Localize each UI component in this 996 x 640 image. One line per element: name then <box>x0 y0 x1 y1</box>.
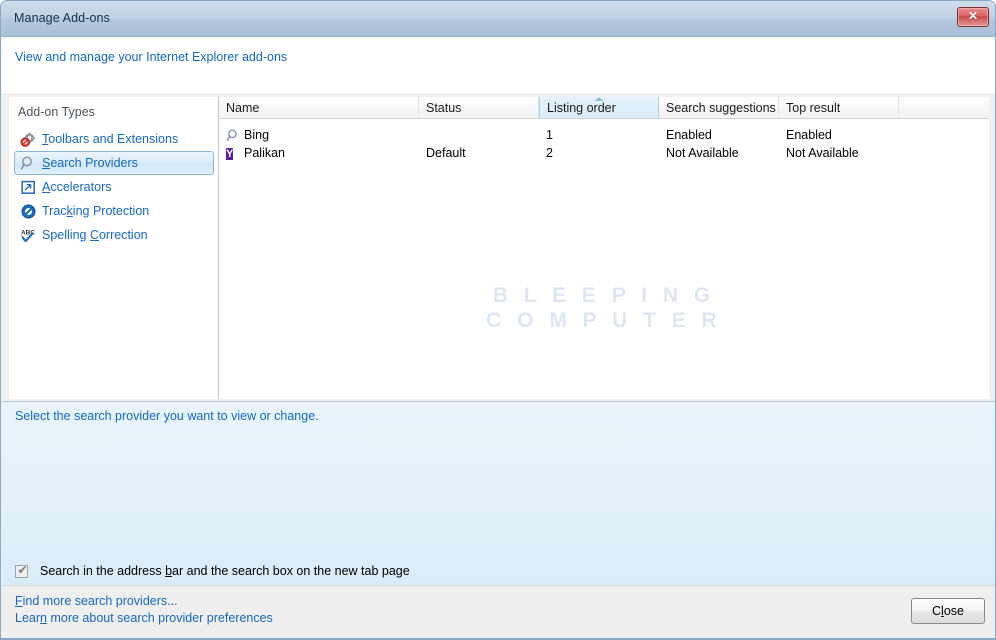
manage-addons-dialog: Manage Add-ons ✕ View and manage your In… <box>0 0 996 640</box>
footer-bar: Find more search providers... Learn more… <box>2 585 996 640</box>
spellcheck-icon: ABC <box>20 227 37 244</box>
watermark: B L E E P I N G C O M P U T E R <box>219 283 989 333</box>
cell-status: Default <box>426 146 466 160</box>
sidebar-item-search-providers[interactable]: Search Providers <box>14 151 214 175</box>
sidebar-item-label: Accelerators <box>42 180 111 194</box>
cell-listing-order: 2 <box>546 146 553 160</box>
sidebar-item-tracking-protection[interactable]: Tracking Protection <box>14 199 214 223</box>
cell-top-result: Enabled <box>786 128 832 142</box>
prohibition-icon <box>20 203 37 220</box>
sidebar-item-label: Search Providers <box>42 156 138 170</box>
column-header-label: Name <box>226 101 259 115</box>
magnifier-icon <box>20 155 37 172</box>
yahoo-y-icon: Y <box>226 146 241 161</box>
column-header-spacer[interactable] <box>899 97 989 118</box>
cell-top-result: Not Available <box>786 146 859 160</box>
sidebar-item-label: Toolbars and Extensions <box>42 132 178 146</box>
column-header-listing-order[interactable]: Listing order <box>539 97 659 118</box>
cell-search-suggestions: Not Available <box>666 146 739 160</box>
column-header-label: Status <box>426 101 461 115</box>
watermark-line-2: C O M P U T E R <box>219 308 989 333</box>
address-bar-search-checkbox[interactable]: ✔ <box>15 565 28 578</box>
sidebar-title: Add-on Types <box>18 105 95 119</box>
column-header-name[interactable]: Name <box>219 97 419 118</box>
column-header-status[interactable]: Status <box>419 97 539 118</box>
close-icon: ✕ <box>958 8 988 26</box>
checkmark-icon: ✔ <box>17 564 28 577</box>
learn-more-search-provider-preferences-link[interactable]: Learn more about search provider prefere… <box>15 611 273 625</box>
column-header-label: Top result <box>786 101 840 115</box>
column-header-search-suggestions[interactable]: Search suggestions <box>659 97 779 118</box>
cell-search-suggestions: Enabled <box>666 128 712 142</box>
addon-list-panel: Name Status Listing order Search suggest… <box>219 97 989 399</box>
gear-blocked-icon <box>20 131 37 148</box>
find-more-search-providers-link[interactable]: Find more search providers... <box>15 594 178 608</box>
sidebar-item-label: Tracking Protection <box>42 204 149 218</box>
watermark-line-1: B L E E P I N G <box>219 283 989 308</box>
close-button[interactable]: Close <box>911 598 985 624</box>
info-panel: Select the search provider you want to v… <box>2 401 996 585</box>
info-text: Select the search provider you want to v… <box>15 409 319 423</box>
cell-name: Palikan <box>244 146 285 160</box>
table-row[interactable]: Y Palikan Default 2 Not Available Not Av… <box>219 145 989 163</box>
window-title: Manage Add-ons <box>14 11 110 25</box>
window-close-button[interactable]: ✕ <box>957 7 989 27</box>
sidebar-item-label: Spelling Correction <box>42 228 148 242</box>
accelerator-arrow-icon <box>20 179 37 196</box>
magnifier-icon <box>226 128 241 143</box>
header-strip: View and manage your Internet Explorer a… <box>2 37 996 93</box>
header-caption: View and manage your Internet Explorer a… <box>15 50 287 64</box>
sidebar-item-toolbars-and-extensions[interactable]: Toolbars and Extensions <box>14 127 214 151</box>
address-bar-search-checkbox-label: Search in the address bar and the search… <box>40 564 410 578</box>
addon-types-sidebar: Add-on Types <box>9 97 219 399</box>
yahoo-y-letter: Y <box>226 148 233 160</box>
cell-name: Bing <box>244 128 269 142</box>
sidebar-item-spelling-correction[interactable]: ABC Spelling Correction <box>14 223 214 247</box>
column-header-label: Search suggestions <box>666 101 776 115</box>
sidebar-item-accelerators[interactable]: Accelerators <box>14 175 214 199</box>
column-header-top-result[interactable]: Top result <box>779 97 899 118</box>
column-header-label: Listing order <box>547 101 616 115</box>
column-header-row: Name Status Listing order Search suggest… <box>219 97 989 119</box>
table-row[interactable]: Bing 1 Enabled Enabled <box>219 127 989 145</box>
title-bar: Manage Add-ons ✕ <box>1 1 996 37</box>
cell-listing-order: 1 <box>546 128 553 142</box>
